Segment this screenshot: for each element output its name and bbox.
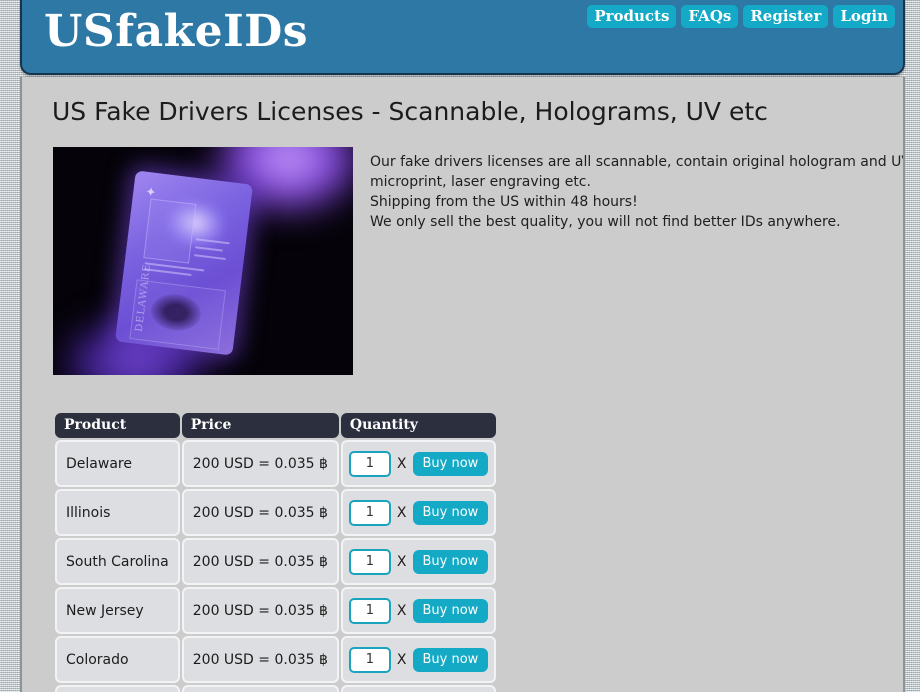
nav-item-faqs[interactable]: FAQs: [681, 5, 739, 28]
cell-product: [55, 685, 180, 692]
table-row: South Carolina200 USD = 0.035 ฿ X Buy now: [55, 538, 497, 585]
card-star-icon: ✦: [144, 184, 158, 202]
quantity-input[interactable]: [348, 499, 391, 526]
nav-item-register[interactable]: Register: [743, 5, 829, 28]
page-title: US Fake Drivers Licenses - Scannable, Ho…: [52, 97, 768, 126]
table-row: XBuy now: [55, 685, 497, 692]
column-header-price: Price: [181, 413, 339, 438]
page-wrapper: USfakeIDs Products FAQs Register Login U…: [20, 0, 905, 692]
buy-now-button[interactable]: Buy now: [412, 598, 489, 623]
column-header-product: Product: [55, 413, 180, 438]
quantity-controls: X Buy now: [348, 597, 489, 624]
cell-price: 200 USD = 0.035 ฿: [181, 587, 339, 634]
products-table: Product Price Quantity Delaware 200 USD =…: [53, 411, 498, 692]
nav-item-login[interactable]: Login: [833, 5, 895, 28]
quantity-controls: X Buy now: [348, 646, 489, 673]
cell-quantity: X Buy now: [340, 440, 497, 487]
quantity-controls: X Buy now: [348, 499, 489, 526]
quantity-controls: X Buy now: [348, 548, 489, 575]
table-row: Illinois200 USD = 0.035 ฿ X Buy now: [55, 489, 497, 536]
multiplier-symbol: X: [396, 553, 407, 570]
quantity-input[interactable]: [348, 646, 391, 673]
buy-now-button[interactable]: Buy now: [412, 451, 489, 476]
cell-product: Illinois: [55, 489, 180, 536]
description-line-1: Our fake drivers licenses are all scanna…: [370, 154, 905, 170]
table-row: New Jersey200 USD = 0.035 ฿ X Buy now: [55, 587, 497, 634]
cell-product: Colorado: [55, 636, 180, 683]
multiplier-symbol: X: [396, 504, 407, 521]
description-line-2: microprint, laser engraving etc.: [370, 174, 591, 190]
cell-price: 200 USD = 0.035 ฿: [181, 440, 339, 487]
multiplier-symbol: X: [396, 455, 407, 472]
card-photo-area: [143, 198, 197, 264]
nav-item-products[interactable]: Products: [587, 5, 677, 28]
description-line-3: Shipping from the US within 48 hours!: [370, 194, 638, 210]
table-body: Delaware200 USD = 0.035 ฿XBuy nowIllinoi…: [55, 440, 497, 692]
cell-quantity: X Buy now: [340, 636, 497, 683]
cell-quantity: XBuy now: [340, 685, 497, 692]
uv-license-photo: ✦ DELAWARE: [53, 147, 353, 375]
main-navigation: Products FAQs Register Login: [587, 5, 895, 28]
quantity-input[interactable]: [348, 548, 391, 575]
cell-price: [181, 685, 339, 692]
quantity-input[interactable]: [348, 597, 391, 624]
quantity-controls: X Buy now: [348, 450, 489, 477]
site-header: USfakeIDs Products FAQs Register Login: [20, 0, 905, 75]
cell-product: Delaware: [55, 440, 180, 487]
table-header-row: Product Price Quantity: [55, 413, 497, 438]
card-text-line: [193, 254, 226, 261]
cell-price: 200 USD = 0.035 ฿: [181, 489, 339, 536]
cell-product: New Jersey: [55, 587, 180, 634]
table-row: Colorado200 USD = 0.035 ฿ X Buy now: [55, 636, 497, 683]
quantity-input[interactable]: [348, 450, 391, 477]
description-line-4: We only sell the best quality, you will …: [370, 214, 841, 230]
buy-now-button[interactable]: Buy now: [412, 647, 489, 672]
cell-product: South Carolina: [55, 538, 180, 585]
content-panel: US Fake Drivers Licenses - Scannable, Ho…: [20, 77, 905, 692]
table-row: Delaware200 USD = 0.035 ฿ X Buy now: [55, 440, 497, 487]
cell-quantity: X Buy now: [340, 489, 497, 536]
multiplier-symbol: X: [396, 651, 407, 668]
cell-quantity: X Buy now: [340, 538, 497, 585]
multiplier-symbol: X: [396, 602, 407, 619]
column-header-quantity: Quantity: [340, 413, 497, 438]
table-head: Product Price Quantity: [55, 413, 497, 438]
cell-quantity: X Buy now: [340, 587, 497, 634]
cell-price: 200 USD = 0.035 ฿: [181, 538, 339, 585]
product-description: Our fake drivers licenses are all scanna…: [370, 152, 905, 232]
buy-now-button[interactable]: Buy now: [412, 549, 489, 574]
cell-price: 200 USD = 0.035 ฿: [181, 636, 339, 683]
id-card-graphic: ✦ DELAWARE: [114, 170, 254, 356]
buy-now-button[interactable]: Buy now: [412, 500, 489, 525]
site-title: USfakeIDs: [44, 6, 309, 57]
